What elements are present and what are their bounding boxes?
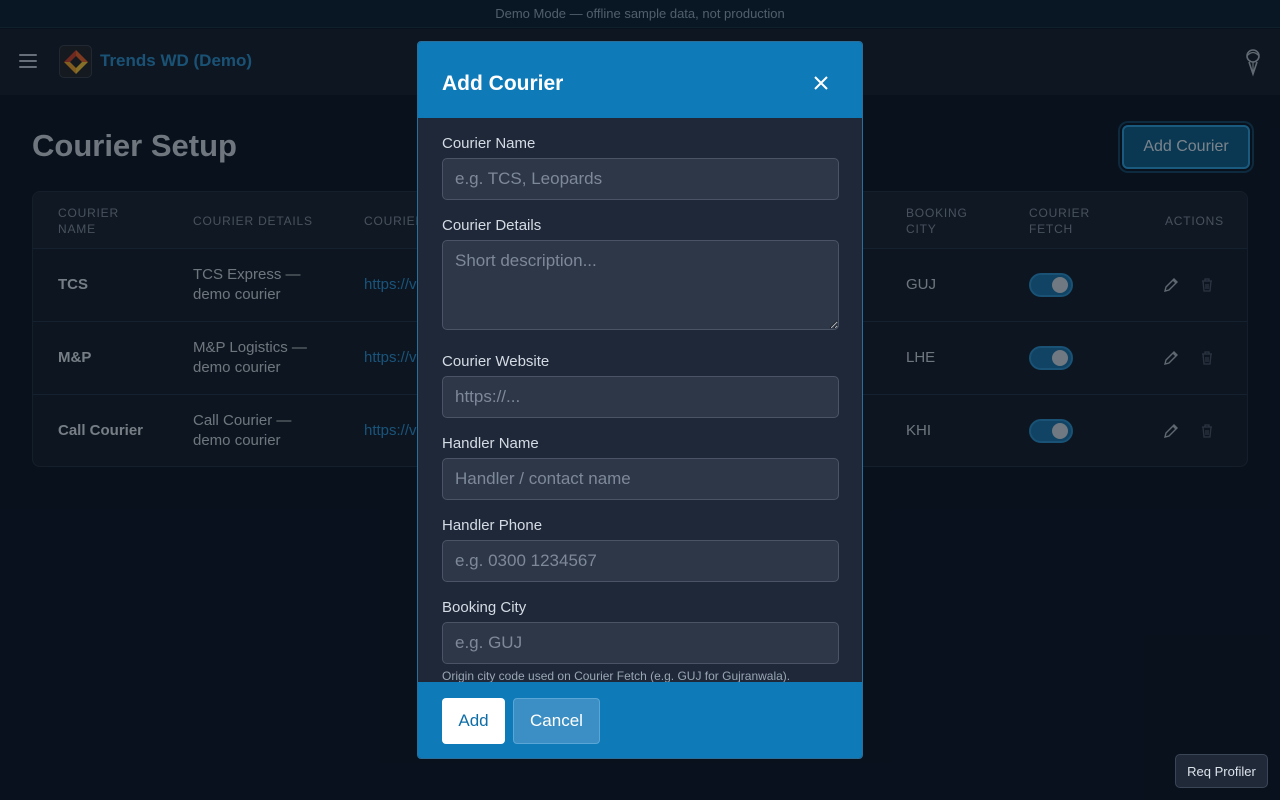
courier-details-label: Courier Details (442, 217, 542, 234)
modal-footer: Add Cancel (418, 682, 862, 758)
modal-body: Courier Name Courier Details Courier Web… (418, 118, 862, 682)
close-icon[interactable] (812, 74, 830, 92)
modal-header: Add Courier (418, 42, 862, 118)
handler-name-input[interactable] (442, 458, 839, 500)
handler-name-label: Handler Name (442, 435, 539, 452)
handler-phone-input[interactable] (442, 540, 839, 582)
booking-city-input[interactable] (442, 622, 839, 664)
modal-title: Add Courier (442, 72, 564, 95)
cancel-button[interactable]: Cancel (513, 698, 600, 744)
courier-details-textarea[interactable] (442, 240, 839, 330)
add-button[interactable]: Add (442, 698, 505, 744)
courier-website-input[interactable] (442, 376, 839, 418)
booking-city-label: Booking City (442, 599, 527, 616)
booking-city-hint: Origin city code used on Courier Fetch (… (442, 669, 791, 682)
courier-name-input[interactable] (442, 158, 839, 200)
handler-phone-label: Handler Phone (442, 517, 543, 534)
add-courier-modal: Add Courier Courier Name Courier Details… (417, 41, 863, 759)
courier-name-label: Courier Name (442, 135, 536, 152)
req-profiler-button[interactable]: Req Profiler (1175, 754, 1268, 788)
courier-website-label: Courier Website (442, 353, 550, 370)
